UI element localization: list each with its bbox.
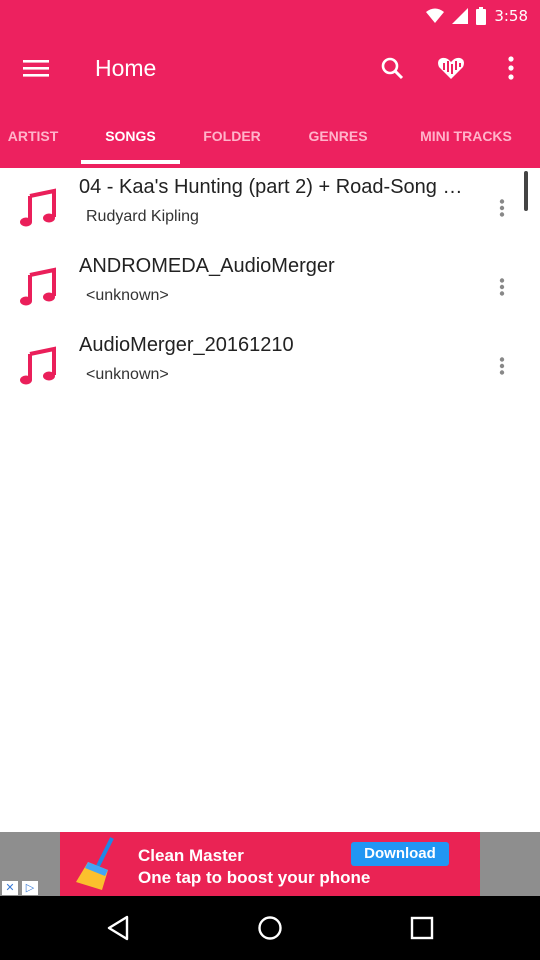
song-options-button[interactable] [482, 267, 522, 307]
navigation-bar [0, 896, 540, 960]
home-icon [258, 916, 282, 940]
music-note-icon [20, 346, 56, 385]
song-row[interactable]: AudioMerger_20161210 <unknown> [0, 326, 540, 405]
equalizer-button[interactable] [427, 44, 475, 92]
song-options-button[interactable] [482, 188, 522, 228]
song-row[interactable]: 04 - Kaa's Hunting (part 2) + Road-Song … [0, 168, 540, 247]
recents-icon [410, 916, 434, 940]
status-icons: 3:58 [426, 0, 528, 32]
more-vert-icon [499, 357, 505, 375]
search-icon [381, 57, 404, 80]
song-row[interactable]: ANDROMEDA_AudioMerger <unknown> [0, 247, 540, 326]
more-vert-icon [499, 278, 505, 296]
tab-genres[interactable]: GENRES [286, 104, 390, 168]
equalizer-icon [438, 57, 464, 79]
tab-artist[interactable]: ARTIST [0, 104, 66, 168]
song-title: AudioMerger_20161210 [79, 334, 294, 356]
music-note-icon [20, 188, 56, 227]
ad-download-button[interactable]: Download [351, 842, 449, 866]
back-icon [107, 915, 129, 941]
broom-icon [76, 837, 114, 890]
ad-tagline: One tap to boost your phone [138, 868, 371, 887]
search-button[interactable] [368, 44, 416, 92]
ad-headline: Clean Master [138, 846, 244, 865]
close-icon[interactable]: ✕ [2, 881, 18, 895]
ad-choices[interactable]: ✕ ▷ [0, 880, 40, 896]
ad-banner[interactable]: Clean Master One tap to boost your phone… [0, 832, 540, 896]
list-scrollbar[interactable] [524, 171, 528, 211]
home-button[interactable] [246, 904, 294, 952]
ad-content[interactable]: Clean Master One tap to boost your phone… [60, 832, 480, 896]
song-title: 04 - Kaa's Hunting (part 2) + Road-Song … [79, 176, 467, 198]
more-vert-icon [499, 199, 505, 217]
song-title: ANDROMEDA_AudioMerger [79, 255, 335, 277]
ad-choices-icon[interactable]: ▷ [22, 881, 38, 895]
back-button[interactable] [94, 904, 142, 952]
app-bar: Home [0, 32, 540, 104]
status-bar: 3:58 [0, 0, 540, 32]
tab-indicator [81, 160, 180, 164]
overflow-menu-button[interactable] [487, 44, 535, 92]
music-note-icon [20, 267, 56, 306]
tab-bar: ARTIST SONGS FOLDER GENRES MINI TRACKS [0, 104, 540, 168]
menu-button[interactable] [12, 44, 60, 92]
status-time: 3:58 [494, 7, 528, 25]
tab-folder[interactable]: FOLDER [186, 104, 278, 168]
tab-mini-tracks[interactable]: MINI TRACKS [402, 104, 530, 168]
song-artist: Rudyard Kipling [86, 208, 199, 225]
song-options-button[interactable] [482, 346, 522, 386]
signal-icon [452, 8, 469, 24]
page-title: Home [95, 55, 157, 81]
battery-icon [476, 7, 487, 25]
wifi-icon [426, 8, 445, 23]
tab-songs[interactable]: SONGS [81, 104, 180, 168]
more-vert-icon [508, 56, 514, 80]
song-artist: <unknown> [86, 287, 169, 304]
recents-button[interactable] [398, 904, 446, 952]
song-artist: <unknown> [86, 366, 169, 383]
menu-icon [23, 60, 49, 77]
